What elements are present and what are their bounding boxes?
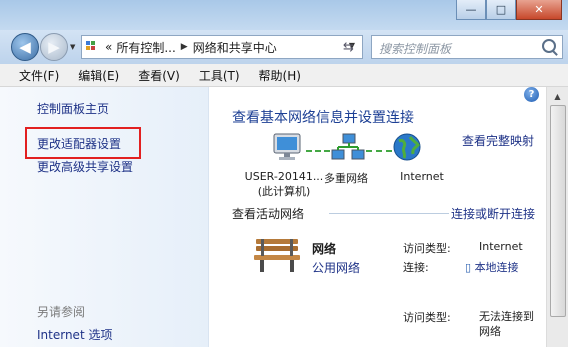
minimize-button[interactable]: —	[456, 0, 486, 20]
search-box[interactable]: 搜索控制面板	[371, 35, 563, 59]
network-adapter-icon: ▯	[465, 261, 472, 274]
menu-view[interactable]: 查看(V)	[138, 67, 180, 84]
breadcrumb-separator[interactable]: ▶	[181, 42, 188, 52]
forward-button[interactable]: ▶	[40, 33, 68, 61]
sidebar-link-control-panel-home[interactable]: 控制面板主页	[37, 100, 109, 117]
sidebar-link-change-adapter-settings[interactable]: 更改适配器设置	[37, 135, 121, 152]
access-type-label: 访问类型:	[403, 242, 451, 255]
network-name: 网络	[312, 242, 337, 256]
control-panel-icon	[85, 40, 101, 54]
local-connection-link[interactable]: ▯ 本地连接	[465, 259, 519, 275]
vertical-scrollbar[interactable]: ▲	[546, 87, 568, 347]
network-icon[interactable]	[331, 133, 365, 165]
breadcrumb-all-control-panel[interactable]: 所有控制...	[116, 39, 175, 56]
connection-line-1	[306, 150, 330, 152]
node-internet: Internet	[392, 170, 452, 183]
forward-arrow-icon: ▶	[48, 38, 60, 56]
network-type-link[interactable]: 公用网络	[312, 259, 360, 276]
menu-tools[interactable]: 工具(T)	[199, 67, 240, 84]
park-bench-icon	[254, 239, 300, 272]
full-map-link[interactable]: 查看完整映射	[462, 132, 534, 149]
section-divider	[329, 213, 449, 214]
main-content: ? 查看基本网络信息并设置连接 查看完整映射 USER-20141... (此计…	[209, 87, 546, 347]
page-title: 查看基本网络信息并设置连接	[232, 110, 414, 126]
node-networks-label: 多重网络	[324, 172, 368, 185]
see-also-heading: 另请参阅	[37, 305, 86, 319]
sidebar: 控制面板主页 更改适配器设置 更改高级共享设置 另请参阅 Internet 选项	[0, 87, 209, 347]
active-networks-heading: 查看活动网络	[232, 207, 305, 221]
window-controls: — □ ✕	[456, 0, 562, 20]
sidebar-link-internet-options[interactable]: Internet 选项	[37, 326, 112, 343]
maximize-button[interactable]: □	[486, 0, 516, 20]
close-button[interactable]: ✕	[516, 0, 562, 20]
menu-bar: 文件(F) 编辑(E) 查看(V) 工具(T) 帮助(H)	[0, 64, 568, 87]
globe-icon[interactable]	[392, 132, 422, 162]
computer-icon[interactable]	[271, 131, 305, 165]
node-multiple-networks: 多重网络	[316, 170, 376, 186]
connect-disconnect-link[interactable]: 连接或断开连接	[451, 205, 535, 222]
network-sharing-center-window: — □ ✕ ◀ ▶ ▼ « 所有控制... ▶ 网络和共享中心 ▼ ⇆ 搜索控制…	[0, 0, 568, 347]
access-type-value: Internet	[479, 240, 523, 253]
menu-edit[interactable]: 编辑(E)	[78, 67, 119, 84]
connection-line-2	[366, 150, 392, 152]
back-arrow-icon: ◀	[19, 38, 31, 56]
active-networks-section: 查看活动网络 连接或断开连接	[232, 205, 535, 222]
connection-label: 连接:	[403, 261, 429, 274]
refresh-icon[interactable]: ⇆	[343, 40, 354, 55]
menu-file[interactable]: 文件(F)	[19, 67, 59, 84]
breadcrumb-network-center[interactable]: 网络和共享中心	[193, 39, 277, 56]
access-type-label-2: 访问类型:	[403, 311, 451, 324]
recent-pages-dropdown[interactable]: ▼	[70, 43, 75, 51]
scroll-thumb[interactable]	[550, 105, 566, 317]
address-bar[interactable]: « 所有控制... ▶ 网络和共享中心 ▼	[81, 35, 363, 59]
title-bar: — □ ✕	[0, 0, 568, 30]
navigation-bar: ◀ ▶ ▼ « 所有控制... ▶ 网络和共享中心 ▼ ⇆ 搜索控制面板	[0, 30, 568, 64]
access-type-value-2: 无法连接到网络	[479, 310, 534, 338]
node-internet-label: Internet	[400, 170, 444, 183]
back-button[interactable]: ◀	[11, 33, 39, 61]
breadcrumb-overflow[interactable]: «	[105, 40, 112, 54]
menu-help[interactable]: 帮助(H)	[259, 67, 301, 84]
scroll-up-button[interactable]: ▲	[550, 89, 565, 104]
search-icon[interactable]	[542, 39, 556, 53]
help-icon[interactable]: ?	[524, 87, 539, 102]
local-connection-label: 本地连接	[474, 261, 519, 274]
sidebar-link-advanced-sharing[interactable]: 更改高级共享设置	[37, 158, 133, 175]
search-placeholder: 搜索控制面板	[379, 42, 452, 56]
